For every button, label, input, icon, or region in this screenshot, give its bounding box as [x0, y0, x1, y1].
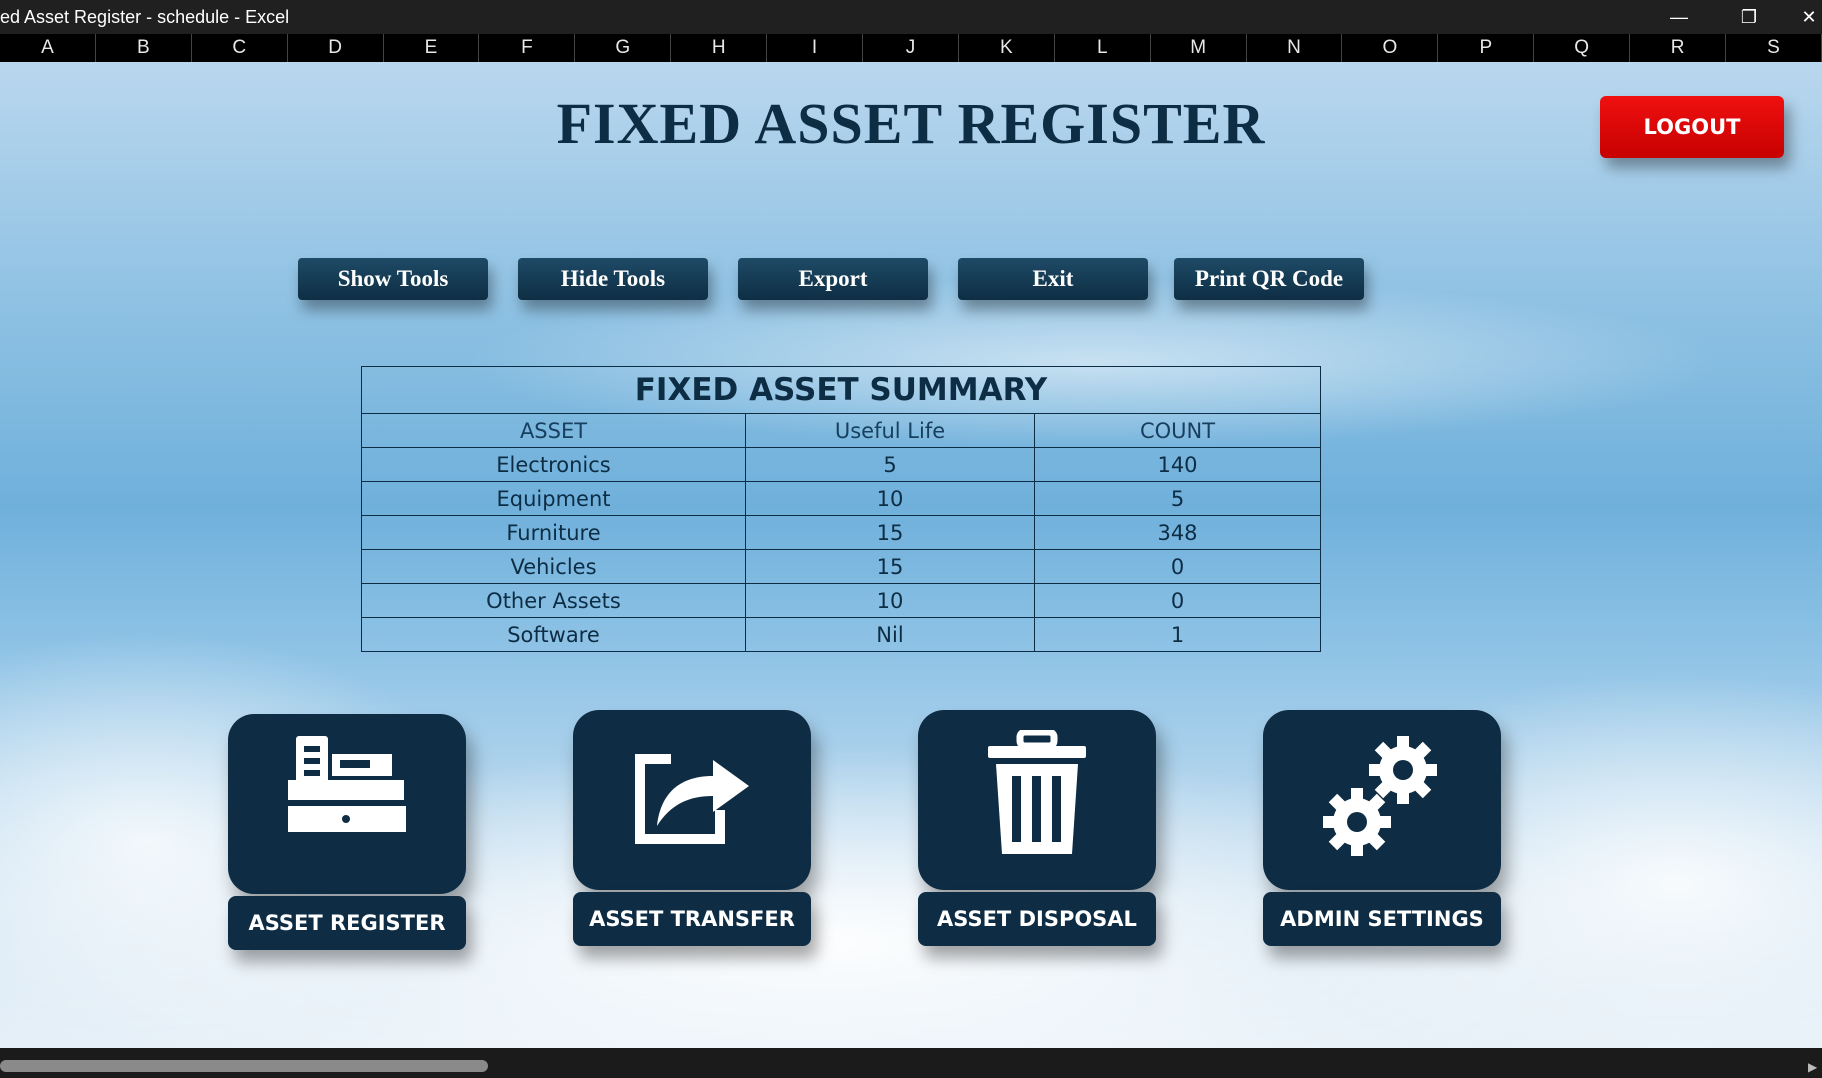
export-button[interactable]: Export: [738, 258, 928, 300]
admin-settings-button[interactable]: ADMIN SETTINGS: [1263, 892, 1501, 946]
column-header[interactable]: P: [1438, 34, 1535, 62]
print-qr-code-button[interactable]: Print QR Code: [1174, 258, 1364, 300]
asset-disposal-icon-button[interactable]: [918, 710, 1156, 890]
count-cell: 5: [1034, 481, 1321, 516]
table-row: Vehicles 15 0: [361, 549, 1321, 584]
scroll-right-arrow-icon[interactable]: ▶: [1808, 1060, 1817, 1074]
exit-button[interactable]: Exit: [958, 258, 1148, 300]
column-header[interactable]: Q: [1534, 34, 1631, 62]
page-title: FIXED ASSET REGISTER: [556, 91, 1266, 156]
column-header[interactable]: S: [1726, 34, 1822, 62]
cash-register-icon: [288, 736, 406, 832]
asset-summary-table: FIXED ASSET SUMMARY ASSET Useful Life CO…: [361, 366, 1321, 652]
summary-title: FIXED ASSET SUMMARY: [361, 366, 1321, 414]
column-header[interactable]: H: [671, 34, 768, 62]
header-asset: ASSET: [361, 413, 746, 448]
table-row: Electronics 5 140: [361, 447, 1321, 482]
column-header[interactable]: D: [288, 34, 384, 62]
table-row: Software Nil 1: [361, 617, 1321, 652]
gears-icon: [1323, 736, 1437, 856]
column-header[interactable]: J: [863, 34, 959, 62]
table-row: Other Assets 10 0: [361, 583, 1321, 618]
hide-tools-button[interactable]: Hide Tools: [518, 258, 708, 300]
asset-register-icon-button[interactable]: [228, 714, 466, 894]
asset-cell: Vehicles: [361, 549, 746, 584]
asset-register-tile[interactable]: ASSET REGISTER: [228, 714, 466, 950]
minimize-button[interactable]: —: [1656, 0, 1702, 34]
logout-button[interactable]: LOGOUT: [1600, 96, 1784, 158]
column-header[interactable]: B: [96, 34, 192, 62]
column-header[interactable]: I: [767, 34, 864, 62]
header-useful-life: Useful Life: [745, 413, 1035, 448]
column-header[interactable]: R: [1630, 34, 1727, 62]
column-header[interactable]: C: [192, 34, 288, 62]
asset-transfer-tile[interactable]: ASSET TRANSFER: [573, 710, 811, 946]
column-header[interactable]: L: [1055, 34, 1151, 62]
column-header[interactable]: A: [0, 34, 96, 62]
asset-cell: Equipment: [361, 481, 746, 516]
column-header[interactable]: G: [575, 34, 672, 62]
count-cell: 1: [1034, 617, 1321, 652]
restore-button[interactable]: ❐: [1726, 0, 1772, 34]
count-cell: 0: [1034, 583, 1321, 618]
table-row: Furniture 15 348: [361, 515, 1321, 550]
show-tools-button[interactable]: Show Tools: [298, 258, 488, 300]
count-cell: 348: [1034, 515, 1321, 550]
horizontal-scrollbar-thumb[interactable]: [0, 1060, 488, 1072]
useful-life-cell: Nil: [745, 617, 1035, 652]
admin-settings-tile[interactable]: ADMIN SETTINGS: [1263, 710, 1501, 946]
asset-cell: Furniture: [361, 515, 746, 550]
asset-transfer-icon-button[interactable]: [573, 710, 811, 890]
useful-life-cell: 10: [745, 583, 1035, 618]
useful-life-cell: 15: [745, 549, 1035, 584]
count-cell: 0: [1034, 549, 1321, 584]
column-header[interactable]: M: [1151, 34, 1247, 62]
useful-life-cell: 5: [745, 447, 1035, 482]
asset-cell: Software: [361, 617, 746, 652]
window-title: ed Asset Register - schedule - Excel: [0, 7, 290, 27]
useful-life-cell: 10: [745, 481, 1035, 516]
asset-register-button[interactable]: ASSET REGISTER: [228, 896, 466, 950]
asset-disposal-tile[interactable]: ASSET DISPOSAL: [918, 710, 1156, 946]
asset-transfer-button[interactable]: ASSET TRANSFER: [573, 892, 811, 946]
column-header[interactable]: F: [479, 34, 576, 62]
column-header[interactable]: N: [1247, 34, 1343, 62]
asset-cell: Other Assets: [361, 583, 746, 618]
admin-settings-icon-button[interactable]: [1263, 710, 1501, 890]
trash-icon: [988, 730, 1086, 854]
column-header[interactable]: K: [959, 34, 1055, 62]
share-export-icon: [635, 754, 749, 844]
asset-cell: Electronics: [361, 447, 746, 482]
useful-life-cell: 15: [745, 515, 1035, 550]
dashboard-sheet: FIXED ASSET REGISTER LOGOUT Show Tools H…: [0, 62, 1822, 1048]
table-header-row: ASSET Useful Life COUNT: [361, 413, 1321, 448]
column-header[interactable]: E: [384, 34, 480, 62]
column-header[interactable]: O: [1342, 34, 1439, 62]
table-row: Equipment 10 5: [361, 481, 1321, 516]
close-button[interactable]: ✕: [1786, 0, 1822, 34]
column-headers: A B C D E F G H I J K L M N O P Q R S: [0, 34, 1822, 62]
title-bar: ed Asset Register - schedule - Excel — ❐…: [0, 0, 1822, 34]
asset-disposal-button[interactable]: ASSET DISPOSAL: [918, 892, 1156, 946]
header-count: COUNT: [1034, 413, 1321, 448]
count-cell: 140: [1034, 447, 1321, 482]
